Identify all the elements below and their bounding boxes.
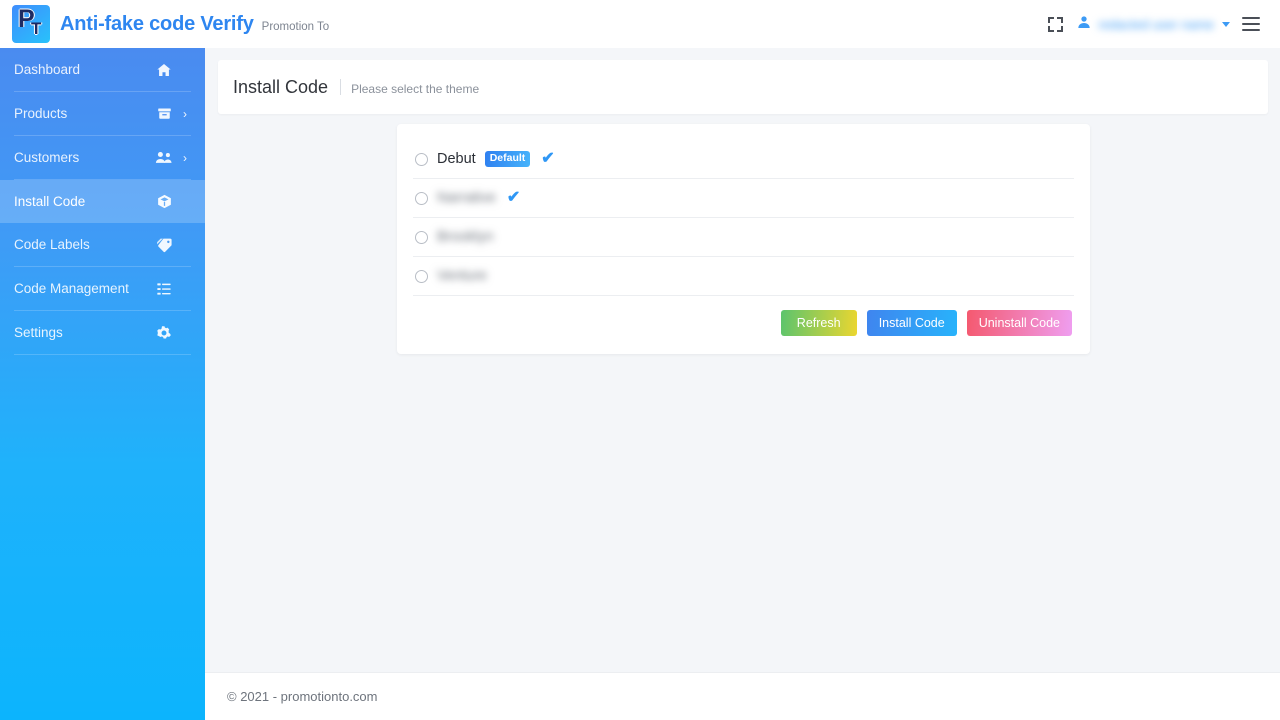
app-logo-icon: P T (12, 5, 50, 43)
theme-name-label: Narrative (437, 190, 496, 206)
theme-radio[interactable] (415, 269, 428, 283)
theme-radio[interactable] (415, 152, 428, 166)
title-divider (340, 79, 342, 95)
theme-name-label: Brooklyn (437, 229, 494, 245)
brand-logo-group[interactable]: P T Anti-fake code Verify Promotion To (0, 0, 329, 48)
sidebar-item-label: Customers (14, 150, 80, 165)
sidebar-item-label: Dashboard (14, 62, 81, 77)
tag-icon (155, 237, 173, 253)
archive-box-icon (155, 106, 173, 121)
page-subtitle: Please select the theme (351, 81, 480, 96)
theme-selection-card: Debut Default ✔ Narrative ✔ Brooklyn Ven… (397, 124, 1090, 354)
sidebar-divider (14, 354, 191, 355)
copyright-text: © 2021 - promotionto.com (227, 689, 378, 704)
chevron-right-icon: › (183, 106, 187, 121)
fullscreen-icon (1047, 16, 1063, 32)
brand-title: Anti-fake code Verify (60, 12, 254, 35)
top-header-bar: P T Anti-fake code Verify Promotion To r… (0, 0, 1280, 48)
sidebar-item-settings[interactable]: Settings (0, 311, 205, 354)
theme-row[interactable]: Brooklyn (413, 218, 1074, 257)
theme-radio[interactable] (415, 230, 428, 244)
hamburger-menu-button[interactable] (1236, 9, 1266, 39)
logo-letter-t: T (31, 19, 42, 38)
hamburger-menu-icon (1242, 17, 1260, 31)
user-menu-button[interactable]: redacted user name (1070, 0, 1236, 48)
installed-check-icon: ✔ (506, 189, 521, 206)
sidebar-item-label: Products (14, 106, 68, 121)
theme-row[interactable]: Venture (413, 257, 1074, 296)
sidebar-item-label: Install Code (14, 194, 86, 209)
page-header-card: Install Code Please select the theme (218, 60, 1268, 114)
page-title: Install Code (233, 76, 329, 97)
cube-icon (155, 193, 173, 210)
main-content-area: Install Code Please select the theme Deb… (205, 48, 1280, 720)
sidebar-navigation: Dashboard Products › Customers › Install… (0, 48, 205, 720)
theme-radio[interactable] (415, 191, 428, 205)
action-button-row: Refresh Install Code Uninstall Code (413, 296, 1074, 336)
sidebar-item-products[interactable]: Products › (0, 92, 205, 135)
sidebar-item-label: Settings (14, 325, 63, 340)
list-icon (155, 281, 173, 297)
users-icon (155, 150, 173, 165)
sidebar-item-code-management[interactable]: Code Management (0, 267, 205, 310)
install-code-button[interactable]: Install Code (866, 310, 957, 336)
header-actions: redacted user name (1040, 0, 1280, 48)
sidebar-item-label: Code Management (14, 281, 129, 296)
sidebar-item-dashboard[interactable]: Dashboard (0, 48, 205, 91)
footer-bar: © 2021 - promotionto.com (205, 672, 1280, 720)
installed-check-icon: ✔ (541, 150, 555, 167)
uninstall-code-button[interactable]: Uninstall Code (966, 310, 1072, 336)
user-name-label: redacted user name (1098, 16, 1214, 32)
default-badge: Default (484, 151, 531, 167)
sidebar-item-install-code[interactable]: Install Code (0, 180, 205, 223)
brand-subtitle: Promotion To (261, 20, 330, 33)
refresh-button[interactable]: Refresh (780, 310, 857, 336)
chevron-right-icon: › (183, 150, 187, 165)
sidebar-item-label: Code Labels (14, 237, 90, 252)
theme-name-label: Debut (437, 151, 476, 167)
chevron-down-icon (1222, 21, 1230, 27)
fullscreen-button[interactable] (1040, 9, 1070, 39)
gear-icon (155, 325, 173, 341)
theme-row[interactable]: Narrative ✔ (413, 179, 1074, 218)
sidebar-item-code-labels[interactable]: Code Labels (0, 223, 205, 266)
home-icon (155, 62, 173, 78)
user-icon (1076, 14, 1092, 35)
theme-row[interactable]: Debut Default ✔ (413, 140, 1074, 179)
sidebar-item-customers[interactable]: Customers › (0, 136, 205, 179)
theme-name-label: Venture (437, 268, 487, 284)
